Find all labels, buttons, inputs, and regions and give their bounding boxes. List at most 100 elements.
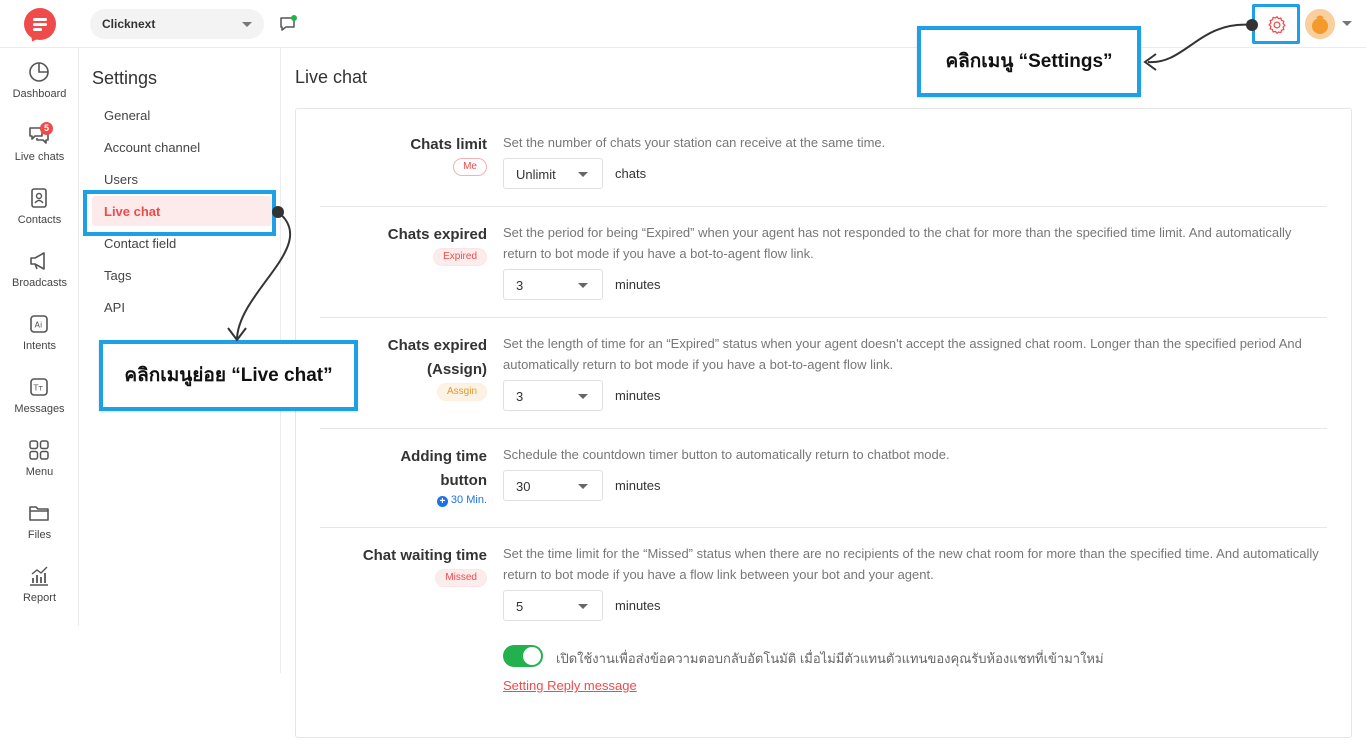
auto-reply-toggle[interactable] — [503, 645, 543, 667]
select-value: 3 — [516, 389, 524, 404]
settings-card — [295, 108, 1352, 738]
label-line: Chats expired — [387, 337, 487, 354]
nav-menu[interactable]: Menu — [0, 439, 79, 502]
chat-waiting-time-label: Chat waiting time — [362, 547, 487, 564]
live-chat-callout: คลิกเมนูย่อย “Live chat” — [99, 340, 358, 411]
adding-time-description: Schedule the countdown timer button to a… — [503, 447, 950, 462]
menu-item-tags[interactable]: Tags — [92, 260, 272, 290]
unit-label: minutes — [615, 388, 661, 403]
nav-broadcasts[interactable]: Broadcasts — [0, 250, 79, 313]
nav-dashboard[interactable]: Dashboard — [0, 61, 79, 124]
nav-intents[interactable]: Ai Intents — [0, 313, 79, 376]
nav-label: Broadcasts — [11, 277, 68, 289]
select-value: 5 — [516, 599, 524, 614]
menu-item-api[interactable]: API — [92, 292, 272, 322]
chat-waiting-time-select[interactable]: 5 — [503, 590, 603, 621]
chats-expired-assign-description: Set the length of time for an “Expired” … — [503, 336, 1302, 372]
pie-chart-icon — [29, 62, 49, 82]
missed-tag: Missed — [435, 569, 487, 587]
chats-limit-select[interactable]: Unlimit — [503, 158, 603, 189]
setting-reply-message-link[interactable]: Setting Reply message — [503, 678, 637, 693]
settings-arrowhead — [1143, 53, 1157, 71]
page-title: Live chat — [295, 67, 368, 87]
contact-card-icon — [31, 188, 47, 208]
ai-box-icon: Ai — [30, 315, 48, 333]
live-chats-badge: 5 — [40, 122, 54, 135]
avatar[interactable] — [1305, 9, 1335, 39]
chevron-down-icon — [578, 394, 588, 399]
toggle-knob — [523, 647, 541, 665]
chevron-down-icon — [578, 172, 588, 177]
chat-notification-icon[interactable] — [279, 15, 297, 33]
nav-live-chats[interactable]: 5 Live chats — [0, 122, 79, 187]
adding-time-button-label: Adding time button — [400, 445, 487, 493]
select-value: 30 — [516, 479, 531, 494]
top-bar: Clicknext — [0, 0, 1366, 48]
nav-label: Report — [22, 592, 57, 604]
divider — [320, 527, 1327, 528]
expired-tag: Expired — [433, 248, 487, 266]
nav-label: Dashboard — [12, 88, 67, 100]
plus-circle-icon: + — [436, 496, 448, 507]
chats-expired-assign-label: Chats expired (Assign) — [388, 334, 487, 382]
nav-contacts[interactable]: Contacts — [0, 187, 79, 250]
svg-text:Ai: Ai — [35, 321, 43, 330]
chevron-down-icon — [578, 484, 588, 489]
select-value: Unlimit — [516, 167, 556, 182]
chats-limit-description: Set the number of chats your station can… — [503, 135, 886, 150]
me-tag: Me — [453, 158, 487, 176]
chats-expired-label: Chats expired — [387, 226, 487, 243]
select-value: 3 — [516, 278, 524, 293]
unit-label: chats — [615, 166, 647, 181]
unit-label: minutes — [615, 277, 661, 292]
adding-time-select[interactable]: 30 — [503, 470, 603, 501]
bar-chart-icon — [30, 566, 48, 586]
text-box-icon: Tт — [30, 378, 48, 396]
megaphone-icon — [30, 252, 45, 270]
auto-reply-toggle-label: เปิดใช้งานเพื่อส่งข้อความตอบกลับอัตโนมัต… — [556, 651, 1104, 666]
menu-item-general[interactable]: General — [92, 100, 272, 130]
divider — [320, 206, 1327, 207]
nav-label: Live chats — [14, 151, 65, 163]
grid-icon — [29, 440, 49, 460]
chevron-down-icon — [578, 604, 588, 609]
chevron-down-icon — [578, 283, 588, 288]
app-logo[interactable] — [24, 8, 56, 45]
unit-label: minutes — [615, 598, 661, 613]
nav-label: Intents — [22, 340, 57, 352]
menu-item-account-channel[interactable]: Account channel — [92, 132, 272, 162]
svg-text:Tт: Tт — [33, 384, 44, 393]
nav-files[interactable]: Files — [0, 502, 79, 565]
chats-expired-description: Set the period for being “Expired” when … — [503, 225, 1292, 261]
nav-report[interactable]: Report — [0, 565, 79, 628]
nav-label: Menu — [25, 466, 54, 478]
settings-callout: คลิกเมนู “Settings” — [917, 26, 1141, 97]
adding-time-tag: +30 Min. — [436, 494, 487, 507]
adding-time-tag-text: 30 Min. — [450, 494, 487, 506]
folder-icon — [29, 506, 49, 521]
chats-limit-label: Chats limit — [410, 136, 487, 153]
workspace-select[interactable]: Clicknext — [90, 9, 264, 39]
divider — [320, 317, 1327, 318]
live-chat-highlight-box — [83, 190, 276, 236]
settings-title: Settings — [92, 68, 158, 88]
chats-expired-select[interactable]: 3 — [503, 269, 603, 300]
avatar-chevron-down-icon[interactable] — [1342, 21, 1352, 26]
avatar-icon — [1305, 9, 1335, 39]
nav-messages[interactable]: Tт Messages — [0, 376, 79, 439]
chevron-down-icon — [242, 22, 252, 27]
gear-icon — [1268, 16, 1286, 34]
chat-waiting-time-description: Set the time limit for the “Missed” stat… — [503, 546, 1319, 582]
nav-label: Messages — [14, 403, 65, 415]
workspace-name: Clicknext — [102, 17, 156, 31]
settings-button[interactable] — [1252, 4, 1300, 44]
unit-label: minutes — [615, 478, 661, 493]
divider — [320, 428, 1327, 429]
left-nav: Dashboard 5 Live chats Contacts Broadcas… — [0, 48, 79, 626]
chats-expired-assign-select[interactable]: 3 — [503, 380, 603, 411]
assign-tag: Assgin — [436, 383, 487, 401]
nav-label: Files — [27, 529, 52, 541]
nav-label: Contacts — [17, 214, 62, 226]
label-line: Adding time — [400, 448, 487, 465]
label-line: (Assign) — [427, 361, 487, 378]
